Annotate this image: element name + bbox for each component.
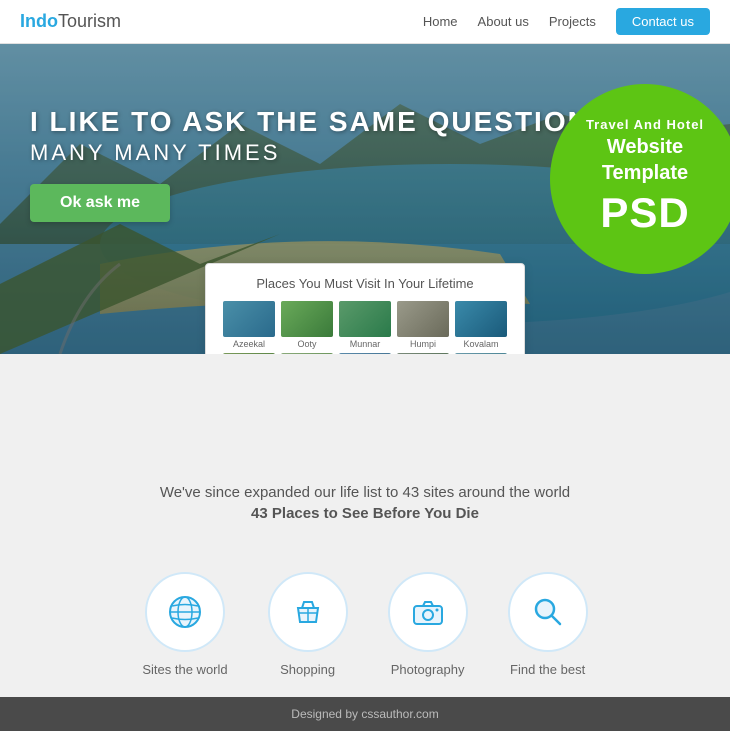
places-card-title: Places You Must Visit In Your Lifetime (222, 276, 508, 291)
badge-line3: Template (586, 160, 704, 186)
list-item[interactable]: Ooty (280, 301, 334, 349)
ask-button[interactable]: Ok ask me (30, 184, 170, 222)
feature-shopping[interactable]: Shopping (268, 572, 348, 677)
nav: Home About us Projects Contact us (423, 8, 710, 35)
place-thumb-beach (339, 353, 391, 354)
place-thumb-ooty (281, 301, 333, 337)
nav-projects-link[interactable]: Projects (549, 14, 596, 29)
basket-icon-circle (268, 572, 348, 652)
place-thumb-azeekal (223, 301, 275, 337)
hero-subtitle: MANY MANY TIMES (30, 140, 590, 166)
place-label-kovalam: Kovalam (454, 339, 508, 349)
globe-icon (167, 594, 203, 630)
places-card: Places You Must Visit In Your Lifetime A… (205, 263, 525, 354)
logo: Indo Tourism (20, 11, 121, 32)
logo-rest: Tourism (58, 11, 121, 32)
badge-line4: PSD (586, 186, 704, 241)
feature-sites-label: Sites the world (142, 662, 227, 677)
list-item[interactable]: Thenmala (280, 353, 334, 354)
place-thumb-munnar2 (397, 353, 449, 354)
list-item[interactable]: Azeekal (222, 301, 276, 349)
badge-circle: Travel And Hotel Website Template PSD (550, 84, 730, 274)
place-thumb-kovalam (455, 301, 507, 337)
list-item[interactable]: Punaloor (454, 353, 508, 354)
badge-line2: Website (586, 134, 704, 160)
footer: Designed by cssauthor.com (0, 697, 730, 731)
features-section: Sites the world Shopping Photography (0, 542, 730, 697)
place-thumb-punaloor (455, 353, 507, 354)
nav-home-link[interactable]: Home (423, 14, 458, 29)
hero-section: I LIKE TO ASK THE SAME QUESTION MANY MAN… (0, 44, 730, 354)
mid-text-main: We've since expanded our life list to 43… (20, 484, 710, 501)
header: Indo Tourism Home About us Projects Cont… (0, 0, 730, 44)
mid-text-sub: 43 Places to See Before You Die (20, 505, 710, 522)
list-item[interactable]: Beach (338, 353, 392, 354)
list-item[interactable]: Munnar (338, 301, 392, 349)
search-icon-circle (508, 572, 588, 652)
place-thumb-humpi (397, 301, 449, 337)
place-label-azeekal: Azeekal (222, 339, 276, 349)
place-thumb-thenmala (281, 353, 333, 354)
globe-icon-circle (145, 572, 225, 652)
mid-section: We've since expanded our life list to 43… (0, 454, 730, 542)
camera-icon (410, 594, 446, 630)
basket-icon (290, 594, 326, 630)
feature-photo-label: Photography (391, 662, 465, 677)
place-thumb-kuttanad (223, 353, 275, 354)
places-grid: Azeekal Ooty Munnar Humpi Kovalam Kutt (222, 301, 508, 354)
list-item[interactable]: Kovalam (454, 301, 508, 349)
list-item[interactable]: Munnar (396, 353, 450, 354)
place-label-ooty: Ooty (280, 339, 334, 349)
hero-content: I LIKE TO ASK THE SAME QUESTION MANY MAN… (30, 104, 590, 222)
footer-text: Designed by cssauthor.com (291, 707, 438, 721)
feature-search[interactable]: Find the best (508, 572, 588, 677)
logo-bold: Indo (20, 11, 58, 32)
place-thumb-munnar1 (339, 301, 391, 337)
feature-photography[interactable]: Photography (388, 572, 468, 677)
place-label-munnar1: Munnar (338, 339, 392, 349)
feature-search-label: Find the best (510, 662, 585, 677)
badge-line1: Travel And Hotel (586, 117, 704, 134)
place-label-humpi: Humpi (396, 339, 450, 349)
contact-button[interactable]: Contact us (616, 8, 710, 35)
list-item[interactable]: Kuttanad (222, 353, 276, 354)
search-icon (530, 594, 566, 630)
feature-shopping-label: Shopping (280, 662, 335, 677)
hero-title: I LIKE TO ASK THE SAME QUESTION (30, 104, 590, 140)
nav-about-link[interactable]: About us (478, 14, 529, 29)
feature-sites[interactable]: Sites the world (142, 572, 227, 677)
camera-icon-circle (388, 572, 468, 652)
list-item[interactable]: Humpi (396, 301, 450, 349)
